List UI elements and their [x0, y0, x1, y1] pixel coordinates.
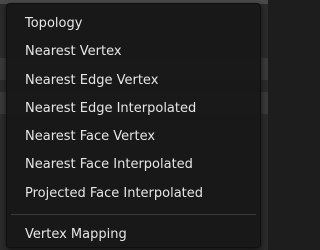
menu-separator — [11, 214, 256, 216]
menu-title-vertex-mapping: Vertex Mapping — [25, 227, 127, 243]
vertex-mapping-dropdown-menu: Topology Nearest Vertex Nearest Edge Ver… — [6, 3, 261, 248]
menu-item-topology[interactable]: Topology — [7, 10, 260, 38]
menu-item-nearest-face-interpolated[interactable]: Nearest Face Interpolated — [7, 151, 260, 179]
menu-item-nearest-edge-interpolated[interactable]: Nearest Edge Interpolated — [7, 95, 260, 123]
menu-item-nearest-face-vertex[interactable]: Nearest Face Vertex — [7, 123, 260, 151]
menu-item-projected-face-interpolated[interactable]: Projected Face Interpolated — [7, 180, 260, 208]
menu-item-nearest-vertex[interactable]: Nearest Vertex — [7, 38, 260, 66]
menu-item-nearest-edge-vertex[interactable]: Nearest Edge Vertex — [7, 67, 260, 95]
